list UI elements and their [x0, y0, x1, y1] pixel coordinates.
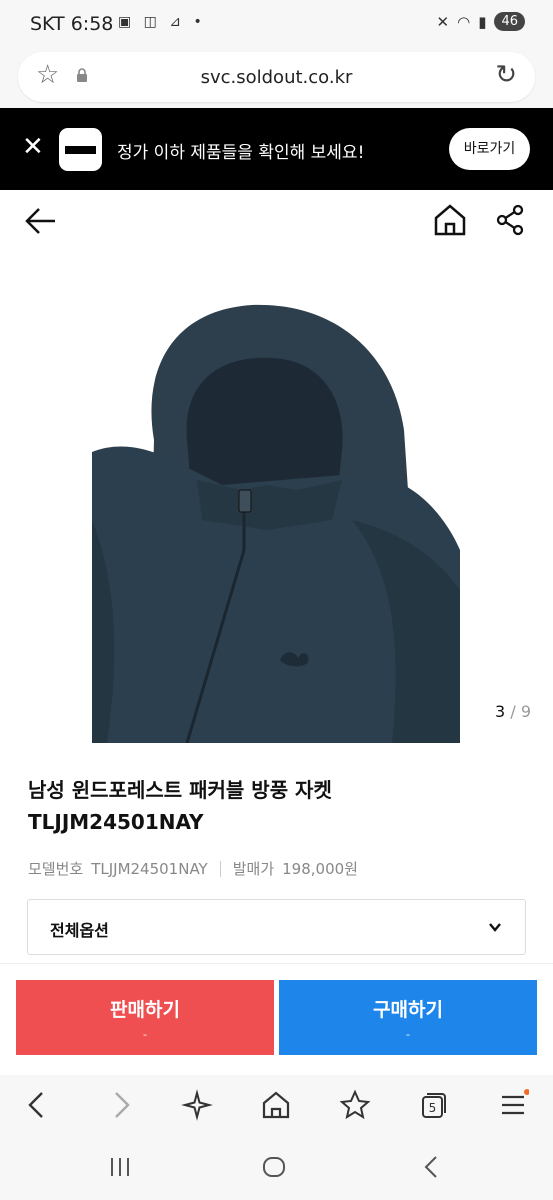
- tabs-icon[interactable]: 5: [418, 1089, 450, 1121]
- status-time: SKT 6:58: [30, 13, 114, 35]
- chevron-down-icon: [489, 923, 501, 932]
- product-meta: 모델번호 TLJJM24501NAY 발매가 198,000원: [28, 858, 358, 879]
- product-image-carousel[interactable]: 3 / 9: [0, 190, 553, 743]
- meta-divider: [219, 860, 221, 877]
- browser-bottom-nav: 5: [0, 1075, 553, 1135]
- sell-button-label: 판매하기: [110, 999, 180, 1021]
- model-number-value: TLJJM24501NAY: [91, 859, 208, 878]
- status-bar: SKT 6:58 ▣ ◫ ⊿ • ✕ ◠ ▮ 46: [0, 0, 553, 50]
- battery-badge: 46: [494, 12, 525, 31]
- sell-button[interactable]: 판매하기 -: [16, 980, 274, 1055]
- bookmarks-icon[interactable]: [339, 1089, 371, 1121]
- url-text[interactable]: svc.soldout.co.kr: [18, 67, 535, 88]
- share-icon[interactable]: [494, 204, 526, 236]
- system-home-icon[interactable]: [262, 1155, 286, 1179]
- signal-icon: ▮: [478, 12, 487, 31]
- sparkle-icon[interactable]: [181, 1089, 213, 1121]
- image-counter-total: 9: [520, 702, 531, 721]
- product-photo: [92, 190, 460, 743]
- system-nav-bar: [0, 1135, 553, 1200]
- product-title-line1: 남성 윈드포레스트 패커블 방풍 자켓: [28, 778, 332, 802]
- image-counter-separator: /: [510, 702, 516, 721]
- banner-message: 정가 이하 제품들을 확인해 보세요!: [117, 143, 365, 163]
- app-logo: [59, 128, 102, 171]
- image-counter: 3 / 9: [495, 702, 531, 721]
- svg-text:5: 5: [429, 1101, 437, 1115]
- address-field[interactable]: ☆ svc.soldout.co.kr ↻: [18, 52, 535, 102]
- banner-go-button[interactable]: 바로가기: [449, 128, 530, 170]
- buy-button[interactable]: 구매하기 -: [279, 980, 537, 1055]
- system-back-icon[interactable]: [420, 1155, 444, 1179]
- product-title-line2: TLJJM24501NAY: [28, 810, 204, 834]
- wifi-icon: ◠: [457, 12, 471, 31]
- status-right: ✕ ◠ ▮ 46: [437, 12, 525, 31]
- option-select-label: 전체옵션: [50, 921, 109, 940]
- promo-banner: ✕ 정가 이하 제품들을 확인해 보세요! 바로가기: [0, 108, 553, 190]
- option-select[interactable]: 전체옵션: [27, 899, 526, 955]
- model-number-label: 모델번호: [28, 860, 84, 878]
- reload-icon[interactable]: ↻: [495, 62, 517, 88]
- back-arrow-icon[interactable]: [24, 204, 58, 238]
- browser-back-icon[interactable]: [22, 1089, 54, 1121]
- home-icon[interactable]: [432, 202, 468, 238]
- notification-icons: ▣ ◫ ⊿ •: [118, 14, 206, 30]
- close-icon[interactable]: ✕: [22, 134, 44, 160]
- release-price-value: 198,000원: [282, 860, 358, 878]
- browser-forward-icon[interactable]: [104, 1089, 136, 1121]
- menu-icon[interactable]: [497, 1089, 529, 1121]
- buy-button-price: -: [406, 1028, 410, 1041]
- product-title: 남성 윈드포레스트 패커블 방풍 자켓 TLJJM24501NAY: [28, 774, 528, 838]
- recent-apps-icon[interactable]: [108, 1155, 132, 1179]
- buy-button-label: 구매하기: [373, 999, 443, 1021]
- release-price-label: 발매가: [232, 860, 275, 878]
- divider: [0, 963, 553, 964]
- browser-home-icon[interactable]: [260, 1089, 292, 1121]
- mute-icon: ✕: [436, 12, 450, 31]
- browser-url-bar: ☆ svc.soldout.co.kr ↻: [0, 50, 553, 108]
- image-counter-current: 3: [495, 702, 506, 721]
- sell-button-price: -: [143, 1028, 147, 1041]
